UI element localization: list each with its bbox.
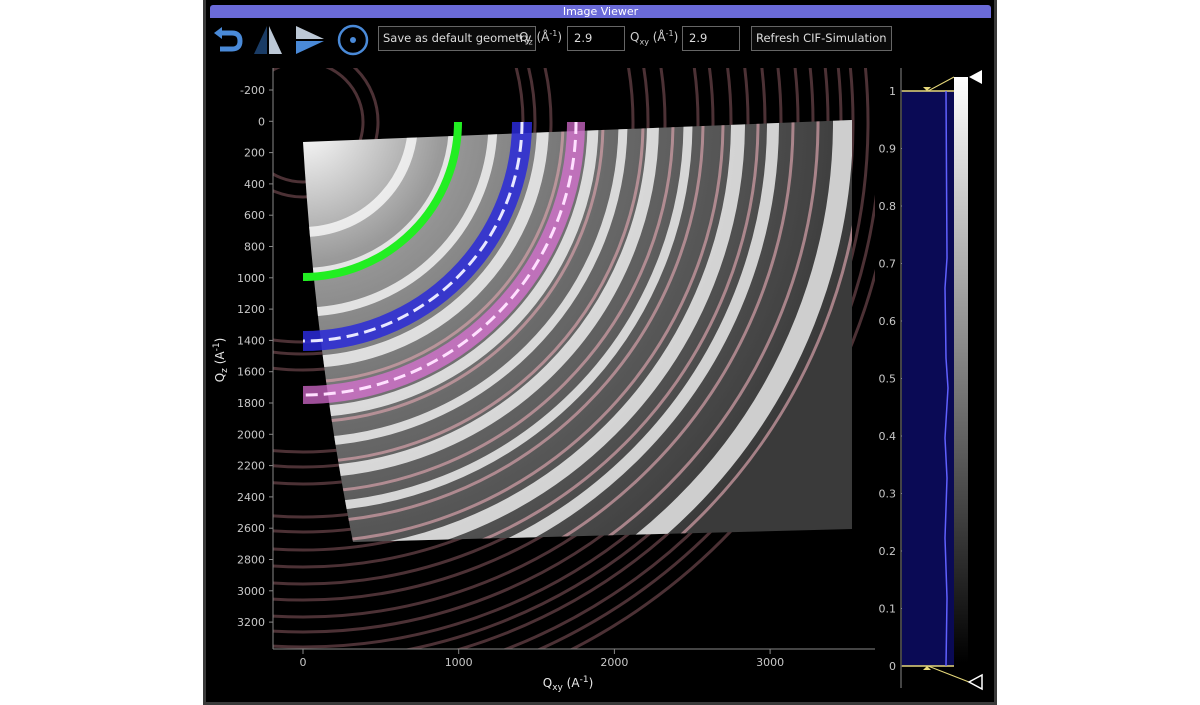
y-tick-label: 3000 [237,585,265,598]
histogram-ticks: 1 0.9 0.8 0.7 0.6 0.5 0.4 0.3 0.2 0.1 0 [879,85,906,673]
histogram-panel[interactable]: 1 0.9 0.8 0.7 0.6 0.5 0.4 0.3 0.2 0.1 0 [879,68,983,691]
flip-vertical-icon[interactable] [252,24,284,56]
y-axis-label: Qz (A-1) [212,338,230,383]
x-tick-label: 2000 [600,656,628,669]
histogram-tick-label: 0.3 [879,488,897,501]
y-tick-label: 200 [244,147,265,160]
grayscale-gradient-bar [954,77,968,663]
histogram-tick-label: 0.4 [879,430,897,443]
qz-input[interactable]: 2.9 [567,26,625,51]
histogram-tick-label: 0 [889,660,896,673]
qxy-input[interactable]: 2.9 [682,26,740,51]
qz-label: Qz (Å-1) [519,29,563,47]
x-tick-label: 1000 [445,656,473,669]
y-tick-label: 600 [244,209,265,222]
y-tick-label: 2800 [237,554,265,567]
toolbar: Save as default geometry Qz (Å-1) 2.9 Qx… [206,22,994,58]
histogram-tick-label: 0.7 [879,258,897,271]
save-default-geometry-button[interactable]: Save as default geometry [378,26,537,51]
y-axis-ticks: -200 0 200 400 600 800 1000 1200 1400 1600 1800 200… [237,84,273,629]
y-tick-label: 2400 [237,491,265,504]
gradient-top-handle[interactable] [969,70,982,84]
histogram-tick-label: 1 [889,85,896,98]
x-tick-label: 0 [300,656,307,669]
target-icon[interactable] [337,24,369,56]
histogram-tick-label: 0.1 [879,603,897,616]
image-area [273,68,875,649]
y-tick-label: 3200 [237,616,265,629]
y-tick-label: 800 [244,241,265,254]
y-tick-label: 1200 [237,303,265,316]
y-tick-label: 1800 [237,397,265,410]
histogram-tick-label: 0.6 [879,315,897,328]
y-tick-label: 1000 [237,272,265,285]
histogram-tick-label: 0.2 [879,545,897,558]
window-title: Image Viewer [210,5,991,18]
flip-horizontal-icon[interactable] [294,24,326,56]
undo-arrow-icon[interactable] [212,24,244,56]
y-tick-label: 2200 [237,460,265,473]
qxy-label: Qxy (Å-1) [630,29,679,47]
refresh-cif-simulation-button[interactable]: Refresh CIF-Simulation [751,26,892,51]
x-axis-label: Qxy (A-1) [543,675,594,693]
y-tick-label: 400 [244,178,265,191]
y-tick-label: 2000 [237,428,265,441]
y-tick-label: 1600 [237,366,265,379]
x-axis-ticks: 0 1000 2000 3000 [300,649,784,669]
y-tick-label: -200 [240,84,265,97]
image-viewer-window: Image Viewer Save as default geometry Qz… [203,0,997,705]
y-tick-label: 1400 [237,334,265,347]
detector-image-plot[interactable]: -200 0 200 400 600 800 1000 1200 1400 1600 1800 200… [206,58,994,702]
gradient-bottom-handle[interactable] [967,673,983,691]
x-tick-label: 3000 [756,656,784,669]
histogram-tick-label: 0.8 [879,200,897,213]
y-tick-label: 2600 [237,522,265,535]
y-tick-label: 0 [258,115,265,128]
histogram-tick-label: 0.5 [879,373,897,386]
histogram-tick-label: 0.9 [879,143,897,156]
